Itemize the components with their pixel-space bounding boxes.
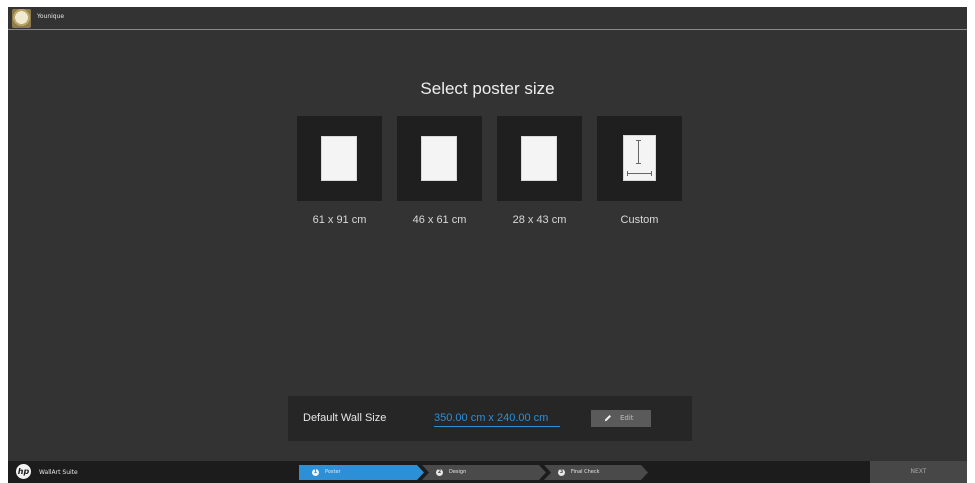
- wall-size-label: Default Wall Size: [303, 412, 387, 424]
- step-number: 2: [436, 469, 443, 476]
- custom-size-icon: [624, 136, 655, 180]
- poster-sheet-icon: [522, 137, 556, 180]
- size-label: 61 x 91 cm: [312, 214, 367, 226]
- wall-size-value[interactable]: 350.00 cm x 240.00 cm: [434, 410, 560, 427]
- step-label: Design: [449, 469, 467, 475]
- top-bar: Younique: [8, 7, 967, 30]
- poster-sheet-icon: [322, 137, 356, 180]
- user-name: Younique: [37, 13, 65, 20]
- page-title: Select poster size: [420, 79, 555, 98]
- size-label: Custom: [620, 214, 659, 226]
- step-number: 3: [558, 469, 565, 476]
- edit-button[interactable]: Edit: [591, 410, 651, 427]
- hp-logo-icon: hp: [16, 464, 31, 479]
- step-label: Final Check: [571, 469, 600, 475]
- user-avatar-icon[interactable]: [12, 9, 31, 28]
- next-button[interactable]: NEXT: [870, 461, 967, 483]
- default-wall-size-panel: Default Wall Size 350.00 cm x 240.00 cm …: [288, 396, 692, 441]
- size-card[interactable]: [397, 116, 482, 201]
- step-final-check[interactable]: 3 Final Check: [544, 465, 648, 480]
- size-option-custom[interactable]: Custom: [597, 116, 682, 226]
- size-option-28x43[interactable]: 28 x 43 cm: [497, 116, 582, 226]
- step-design[interactable]: 2 Design: [422, 465, 546, 480]
- app-window: Younique Select poster size 61 x 91 cm 4…: [8, 7, 967, 483]
- suite-name: WallArt Suite: [39, 469, 78, 476]
- width-dimension-icon: [627, 171, 652, 176]
- size-card[interactable]: [597, 116, 682, 201]
- size-card[interactable]: [497, 116, 582, 201]
- size-label: 46 x 61 cm: [412, 214, 467, 226]
- poster-sheet-icon: [422, 137, 456, 180]
- height-dimension-icon: [636, 140, 641, 164]
- poster-size-options: 61 x 91 cm 46 x 61 cm 28 x 43 cm Custom: [297, 116, 687, 236]
- step-poster[interactable]: 1 Poster: [299, 465, 424, 480]
- pencil-icon: [604, 414, 612, 422]
- step-number: 1: [312, 469, 319, 476]
- size-card[interactable]: [297, 116, 382, 201]
- size-option-61x91[interactable]: 61 x 91 cm: [297, 116, 382, 226]
- bottom-bar: hp WallArt Suite 1 Poster 2 Design 3 Fin…: [8, 461, 967, 483]
- edit-label: Edit: [620, 414, 634, 422]
- step-label: Poster: [325, 469, 341, 475]
- size-option-46x61[interactable]: 46 x 61 cm: [397, 116, 482, 226]
- size-label: 28 x 43 cm: [512, 214, 567, 226]
